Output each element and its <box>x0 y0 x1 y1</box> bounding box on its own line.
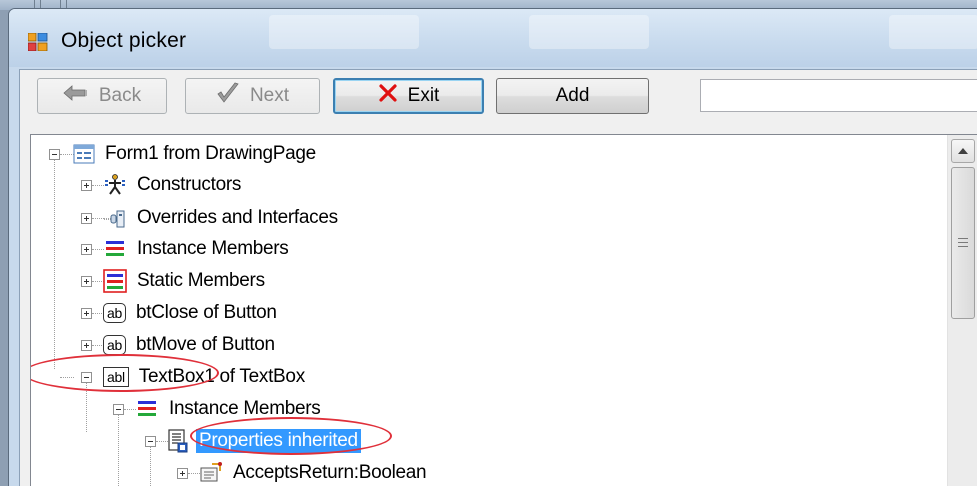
tree-line <box>60 377 74 379</box>
next-button[interactable]: Next <box>185 78 320 114</box>
expand-toggle[interactable] <box>177 468 188 479</box>
constructor-icon <box>103 174 127 196</box>
search-input[interactable] <box>700 79 977 112</box>
expand-toggle[interactable] <box>81 213 92 224</box>
tree-node-root[interactable]: Form1 from DrawingPage <box>73 139 319 169</box>
title-bar[interactable]: Object picker <box>9 9 977 67</box>
object-tree[interactable]: Form1 from DrawingPage Constructors Over… <box>30 134 977 486</box>
static-members-icon <box>103 269 127 293</box>
expand-toggle[interactable] <box>81 244 92 255</box>
overrides-icon <box>103 207 127 229</box>
scroll-up-button[interactable] <box>951 139 975 163</box>
instance-members-icon <box>103 240 127 258</box>
tree-line <box>54 153 56 369</box>
collapse-toggle[interactable] <box>81 372 92 383</box>
object-picker-window: Object picker Back Next Exit Add Form1 f… <box>8 8 977 486</box>
chevron-up-icon <box>958 148 968 154</box>
collapse-toggle[interactable] <box>49 149 60 160</box>
tree-node-static-members[interactable]: Static Members <box>103 266 268 296</box>
tree-node-textbox1[interactable]: abl TextBox1 of TextBox <box>103 362 308 392</box>
next-label: Next <box>249 85 290 106</box>
exit-button[interactable]: Exit <box>333 78 484 114</box>
tree-node-label: Overrides and Interfaces <box>137 207 338 228</box>
tree-node-btmove[interactable]: ab btMove of Button <box>103 330 278 360</box>
tree-node-label: Form1 from DrawingPage <box>105 143 316 164</box>
tree-node-label: Constructors <box>137 174 242 195</box>
app-icon <box>28 33 48 51</box>
window-title: Object picker <box>61 29 187 52</box>
expand-toggle[interactable] <box>81 340 92 351</box>
expand-toggle[interactable] <box>81 180 92 191</box>
tree-node-label: Instance Members <box>169 398 321 419</box>
expand-toggle[interactable] <box>81 276 92 287</box>
collapse-toggle[interactable] <box>145 436 156 447</box>
collapse-toggle[interactable] <box>113 404 124 415</box>
exit-label: Exit <box>407 85 440 106</box>
tree-node-overrides[interactable]: Overrides and Interfaces <box>103 203 341 233</box>
properties-icon <box>167 429 189 453</box>
tree-node-label: Static Members <box>137 270 265 291</box>
vertical-scrollbar[interactable] <box>947 135 977 486</box>
back-button[interactable]: Back <box>37 78 167 114</box>
add-label: Add <box>555 85 590 106</box>
tree-line <box>118 410 120 486</box>
add-button[interactable]: Add <box>496 78 649 114</box>
tree-node-acceptsreturn[interactable]: AcceptsReturn:Boolean <box>199 458 429 486</box>
button-control-icon: ab <box>103 303 126 323</box>
tree-node-label-selected: Properties inherited <box>196 429 361 453</box>
tree-node-label: btClose of Button <box>135 302 277 323</box>
tree-node-child-instance-members[interactable]: Instance Members <box>135 394 324 424</box>
button-control-icon: ab <box>103 335 126 355</box>
tree-line <box>86 380 88 432</box>
client-area: Back Next Exit Add Form1 from DrawingPag… <box>19 69 977 486</box>
tree-node-label: TextBox1 of TextBox <box>138 366 305 387</box>
property-icon <box>199 462 223 484</box>
tree-line <box>60 154 74 156</box>
checkmark-icon <box>216 82 240 110</box>
tree-node-btclose[interactable]: ab btClose of Button <box>103 298 280 328</box>
tree-node-label: AcceptsReturn:Boolean <box>233 462 427 483</box>
back-arrow-icon <box>63 84 89 108</box>
instance-members-icon <box>135 400 159 418</box>
tree-node-label: btMove of Button <box>135 334 275 355</box>
tree-node-properties-inherited[interactable]: Properties inherited <box>167 426 361 456</box>
scrollbar-thumb[interactable] <box>951 167 975 319</box>
tree-node-constructors[interactable]: Constructors <box>103 170 244 200</box>
tree-node-label: Instance Members <box>137 238 289 259</box>
form-icon <box>73 144 95 164</box>
tree-node-instance-members[interactable]: Instance Members <box>103 234 292 264</box>
close-x-icon <box>378 83 398 109</box>
expand-toggle[interactable] <box>81 308 92 319</box>
textbox-control-icon: abl <box>103 367 129 387</box>
back-label: Back <box>98 85 142 106</box>
